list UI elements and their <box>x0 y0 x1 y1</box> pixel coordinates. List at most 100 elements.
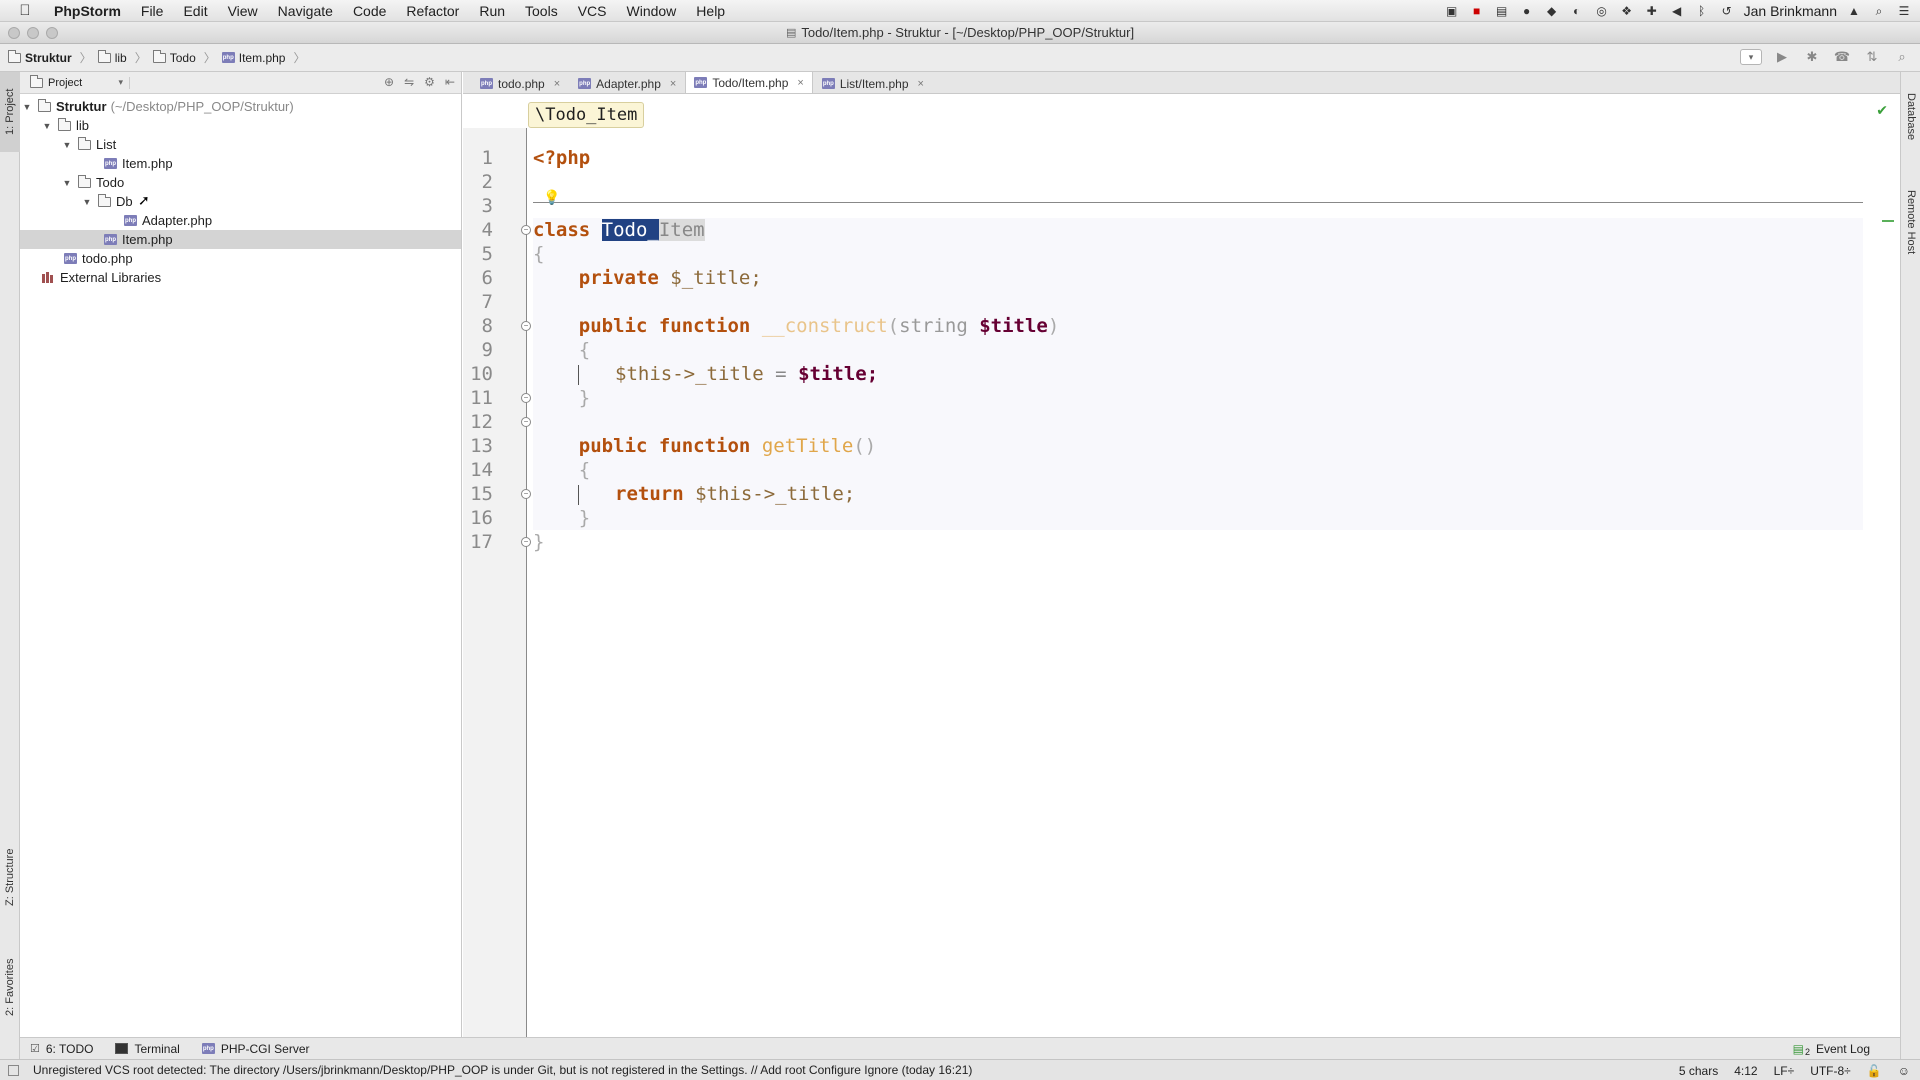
hide-panel-icon[interactable]: ⇤ <box>445 75 455 89</box>
breadcrumb-item-php[interactable]: php Item.php 〉 <box>221 49 308 66</box>
user-switch-icon[interactable]: ▲ <box>1846 4 1862 18</box>
expand-arrow-icon[interactable]: ▼ <box>82 197 92 207</box>
menu-code[interactable]: Code <box>343 0 396 22</box>
fold-marker-icon[interactable]: − <box>521 489 531 499</box>
vcs-update-icon[interactable]: ⇅ <box>1862 48 1882 66</box>
listen-debug-icon[interactable]: ☎ <box>1832 48 1852 66</box>
tool-tab-favorites[interactable]: 2: Favorites <box>0 942 20 1032</box>
scrollbar-marker[interactable] <box>1882 220 1894 222</box>
menu-vcs[interactable]: VCS <box>568 0 617 22</box>
tool-tab-database[interactable]: Database <box>1901 82 1920 152</box>
breadcrumb-lib[interactable]: lib 〉 <box>97 49 149 66</box>
fold-marker-icon[interactable]: − <box>521 393 531 403</box>
tree-node-lib[interactable]: ▼ lib <box>20 116 461 135</box>
minimize-window-button[interactable] <box>27 27 39 39</box>
tray-book-icon[interactable]: ▤ <box>1494 4 1510 18</box>
lock-icon[interactable]: 🔓 <box>1867 1064 1882 1078</box>
editor-tab-todo-php[interactable]: php todo.php × <box>471 73 569 93</box>
tray-creative-icon[interactable]: ◎ <box>1594 4 1610 18</box>
user-name[interactable]: Jan Brinkmann <box>1744 3 1837 19</box>
zoom-window-button[interactable] <box>46 27 58 39</box>
tray-leaf-icon[interactable]: ◐ <box>1569 4 1585 18</box>
close-icon[interactable]: × <box>797 77 803 89</box>
tray-evernote-icon[interactable]: ◆ <box>1544 4 1560 18</box>
project-view-label: Project <box>48 76 83 89</box>
tray-info-icon[interactable]: ● <box>1519 4 1535 18</box>
tool-tab-todo[interactable]: ☑ 6: TODO <box>30 1042 93 1056</box>
fold-marker-icon[interactable]: − <box>521 417 531 427</box>
menu-edit[interactable]: Edit <box>173 0 217 22</box>
toggle-tool-windows-icon[interactable] <box>8 1064 19 1076</box>
tool-tab-structure[interactable]: Z: Structure <box>0 832 20 922</box>
tool-tab-terminal[interactable]: Terminal <box>115 1042 180 1056</box>
inspection-ok-icon[interactable]: ✔ <box>1876 102 1888 119</box>
file-encoding[interactable]: UTF-8÷ <box>1810 1064 1851 1078</box>
line-separator[interactable]: LF÷ <box>1774 1064 1795 1078</box>
menu-help[interactable]: Help <box>686 0 735 22</box>
tree-node-adapter-php[interactable]: php Adapter.php <box>20 211 461 230</box>
tree-node-struktur[interactable]: ▼ Struktur (~/Desktop/PHP_OOP/Struktur) <box>20 97 461 116</box>
status-message[interactable]: Unregistered VCS root detected: The dire… <box>33 1063 972 1077</box>
spotlight-search-icon[interactable]: ⌕ <box>1871 4 1887 18</box>
close-icon[interactable]: × <box>554 78 560 90</box>
caret-position[interactable]: 4:12 <box>1734 1064 1757 1078</box>
param-title: $title <box>979 315 1048 337</box>
tree-node-db[interactable]: ▼ Db ➚ <box>20 192 461 211</box>
run-config-dropdown[interactable]: ▾ <box>1740 49 1762 65</box>
search-everywhere-icon[interactable]: ⌕ <box>1892 48 1912 66</box>
expand-arrow-icon[interactable]: ▼ <box>62 178 72 188</box>
fold-marker-icon[interactable]: − <box>521 537 531 547</box>
tool-tab-project[interactable]: 1: Project <box>0 72 20 152</box>
tree-node-list-item-php[interactable]: php Item.php <box>20 154 461 173</box>
fold-marker-icon[interactable]: − <box>521 321 531 331</box>
tool-tab-event-log[interactable]: ▤ 2 Event Log <box>1793 1041 1870 1057</box>
editor-tab-list-item-php[interactable]: php List/Item.php × <box>813 73 933 93</box>
apple-icon[interactable]:  <box>0 2 50 19</box>
time-machine-icon[interactable]: ↺ <box>1719 4 1735 18</box>
menu-view[interactable]: View <box>218 0 268 22</box>
volume-icon[interactable]: ◀ <box>1669 4 1685 18</box>
code-breadcrumb[interactable]: \Todo_Item <box>528 102 645 128</box>
menu-window[interactable]: Window <box>617 0 687 22</box>
run-toolbar: ▾ ▶ ✱ ☎ ⇅ ⌕ <box>1740 48 1912 66</box>
tree-node-todo-item-php[interactable]: php Item.php <box>20 230 461 249</box>
expand-arrow-icon[interactable]: ▼ <box>62 140 72 150</box>
close-window-button[interactable] <box>8 27 20 39</box>
tool-tab-php-cgi-server[interactable]: php PHP-CGI Server <box>201 1042 310 1056</box>
bluetooth-icon[interactable]: ᛒ <box>1694 4 1710 18</box>
tool-tab-remote-host[interactable]: Remote Host <box>1901 172 1920 272</box>
intention-bulb-icon[interactable]: 💡 <box>543 186 560 210</box>
menu-app-name[interactable]: PhpStorm <box>50 0 131 22</box>
menu-file[interactable]: File <box>131 0 174 22</box>
close-icon[interactable]: × <box>918 78 924 90</box>
tray-red-square-icon[interactable]: ■ <box>1469 4 1485 18</box>
run-icon[interactable]: ▶ <box>1772 48 1792 66</box>
tree-node-list[interactable]: ▼ List <box>20 135 461 154</box>
tray-dropbox-icon[interactable]: ❖ <box>1619 4 1635 18</box>
breadcrumb-struktur[interactable]: Struktur 〉 <box>8 49 94 66</box>
menu-run[interactable]: Run <box>469 0 515 22</box>
project-view-selector[interactable]: Project ▾ <box>30 74 130 89</box>
menu-tools[interactable]: Tools <box>515 0 568 22</box>
fold-marker-icon[interactable]: − <box>521 225 531 235</box>
tree-node-todo[interactable]: ▼ Todo <box>20 173 461 192</box>
tray-window-icon[interactable]: ▣ <box>1444 4 1460 18</box>
tray-plus-icon[interactable]: ✚ <box>1644 4 1660 18</box>
close-icon[interactable]: × <box>670 78 676 90</box>
editor-tab-todo-item-php[interactable]: php Todo/Item.php × <box>685 71 813 93</box>
notification-center-icon[interactable]: ☰ <box>1896 4 1912 18</box>
hector-icon[interactable]: ☺ <box>1898 1064 1910 1078</box>
menu-refactor[interactable]: Refactor <box>396 0 469 22</box>
collapse-all-icon[interactable]: ⇋ <box>404 75 414 89</box>
scroll-from-source-icon[interactable]: ⊕ <box>384 75 394 89</box>
debug-icon[interactable]: ✱ <box>1802 48 1822 66</box>
menu-navigate[interactable]: Navigate <box>268 0 343 22</box>
expand-arrow-icon[interactable]: ▼ <box>42 121 52 131</box>
code-area[interactable]: <?php 💡 class Todo_Item { private $_titl… <box>533 146 1853 554</box>
breadcrumb-todo[interactable]: Todo 〉 <box>152 49 218 66</box>
tree-node-todo-php[interactable]: php todo.php <box>20 249 461 268</box>
expand-arrow-icon[interactable]: ▼ <box>22 102 32 112</box>
gear-icon[interactable]: ⚙ <box>424 75 435 89</box>
tree-node-external-libraries[interactable]: External Libraries <box>20 268 461 287</box>
editor-tab-adapter-php[interactable]: php Adapter.php × <box>569 73 685 93</box>
